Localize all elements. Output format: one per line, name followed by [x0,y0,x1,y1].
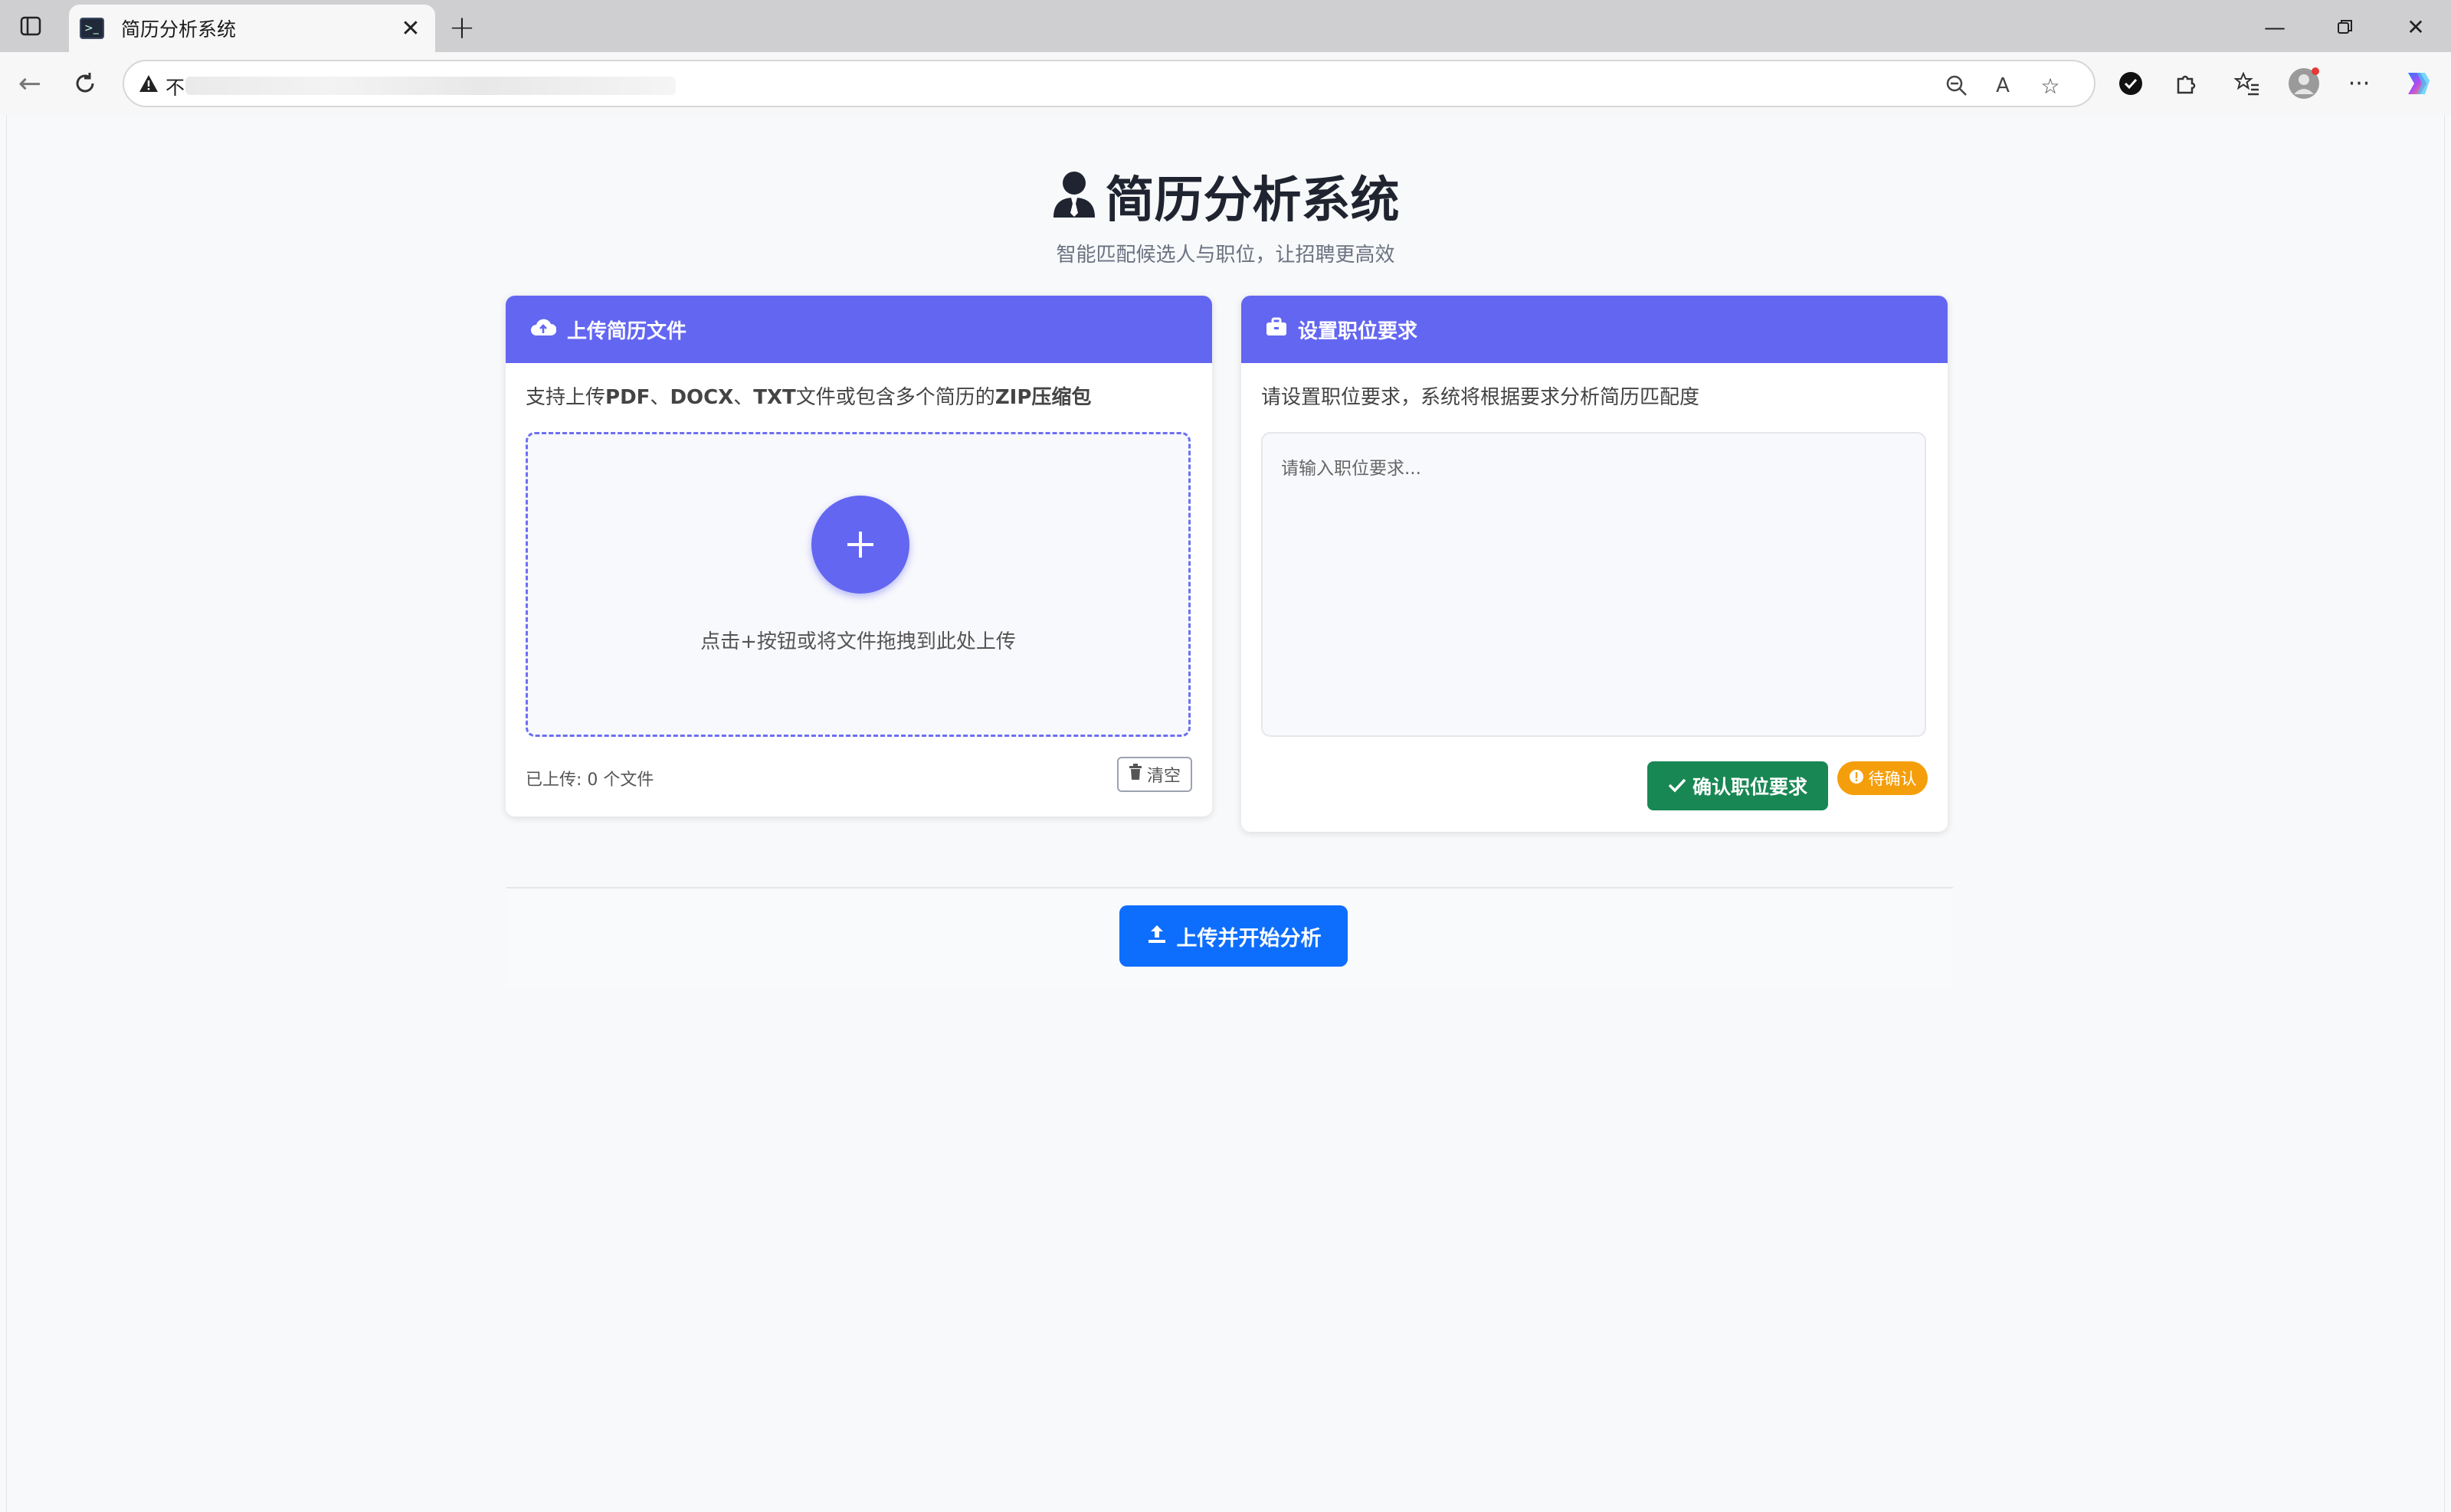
cloud-upload-icon [530,317,557,342]
terminal-favicon-icon: >_ [80,18,104,39]
upload-count: 已上传: 0 个文件 [526,771,654,790]
favorite-star-icon[interactable]: ☆ [2035,70,2066,101]
user-tie-icon [1052,170,1096,222]
confirm-button-label: 确认职位要求 [1692,776,1807,798]
trash-icon [1129,764,1142,785]
profile-avatar-icon[interactable] [2286,66,2322,101]
start-button-label: 上传并开始分析 [1176,926,1322,951]
action-area: 上传并开始分析 [506,887,1953,987]
info-circle-icon [1849,769,1864,788]
refresh-icon[interactable] [66,64,104,103]
browser-tab-active[interactable]: >_ 简历分析系统 ✕ [69,5,435,52]
copilot-icon[interactable] [2400,66,2435,101]
job-card-header: 设置职位要求 [1241,296,1948,363]
close-window-icon[interactable]: ✕ [2397,8,2435,46]
hero-header: 简历分析系统 智能匹配候选人与职位，让招聘更高效 [7,161,2444,267]
extensions-puzzle-icon[interactable] [2168,66,2204,101]
restore-icon[interactable] [2326,8,2364,46]
job-description-hint: 请设置职位要求，系统将根据要求分析简历匹配度 [1261,386,1700,409]
read-aloud-icon[interactable]: A [1987,70,2018,101]
tab-close-icon[interactable]: ✕ [395,13,426,44]
favorites-list-icon[interactable] [2230,66,2265,101]
file-dropzone[interactable]: 点击+按钮或将文件拖拽到此处上传 [526,432,1191,737]
new-tab-icon[interactable]: + [443,8,481,46]
browser-toolbar: ← 不 A ☆ ··· [0,52,2451,115]
upload-card: 上传简历文件 支持上传PDF、DOCX、TXT文件或包含多个简历的ZIP压缩包 … [506,296,1212,817]
tab-title: 简历分析系统 [121,18,237,41]
page-subtitle: 智能匹配候选人与职位，让招聘更高效 [1056,244,1395,267]
upload-card-title: 上传简历文件 [567,319,687,343]
upload-and-analyze-button[interactable]: 上传并开始分析 [1119,905,1348,967]
upload-card-header: 上传简历文件 [506,296,1212,363]
address-text: 不 [165,77,185,99]
minimize-icon[interactable]: — [2256,8,2294,46]
clear-button-label: 清空 [1146,767,1181,786]
page-title: 简历分析系统 [1105,172,1400,229]
add-file-button[interactable] [811,496,909,594]
check-icon [1668,775,1686,797]
upload-description: 支持上传PDF、DOCX、TXT文件或包含多个简历的ZIP压缩包 [526,386,1092,409]
tab-actions-icon[interactable] [17,12,44,40]
not-secure-warning-icon[interactable] [138,73,159,94]
page-viewport: 简历分析系统 智能匹配候选人与职位，让招聘更高效 上传简历文件 支持上传PDF、… [6,115,2445,1512]
browser-tabbar: >_ 简历分析系统 ✕ + — ✕ [0,0,2451,52]
zoom-out-icon[interactable] [1941,70,1972,101]
confirm-requirements-button[interactable]: 确认职位要求 [1647,761,1828,810]
clear-button[interactable]: 清空 [1117,757,1192,792]
status-badge: 待确认 [1837,761,1928,795]
dropzone-hint: 点击+按钮或将文件拖拽到此处上传 [700,630,1016,653]
job-requirements-card: 设置职位要求 请设置职位要求，系统将根据要求分析简历匹配度 确认职位要求 待确认 [1241,296,1948,832]
status-badge-label: 待确认 [1868,770,1917,788]
address-bar[interactable]: 不 A ☆ [123,60,2095,107]
job-requirements-input[interactable] [1261,432,1926,737]
extension-check-icon[interactable] [2113,66,2148,101]
more-options-icon[interactable]: ··· [2341,66,2377,101]
briefcase-icon [1266,317,1287,342]
upload-icon [1146,923,1168,950]
job-card-title: 设置职位要求 [1298,319,1418,343]
address-url-redacted [185,77,676,95]
back-icon[interactable]: ← [11,64,49,103]
